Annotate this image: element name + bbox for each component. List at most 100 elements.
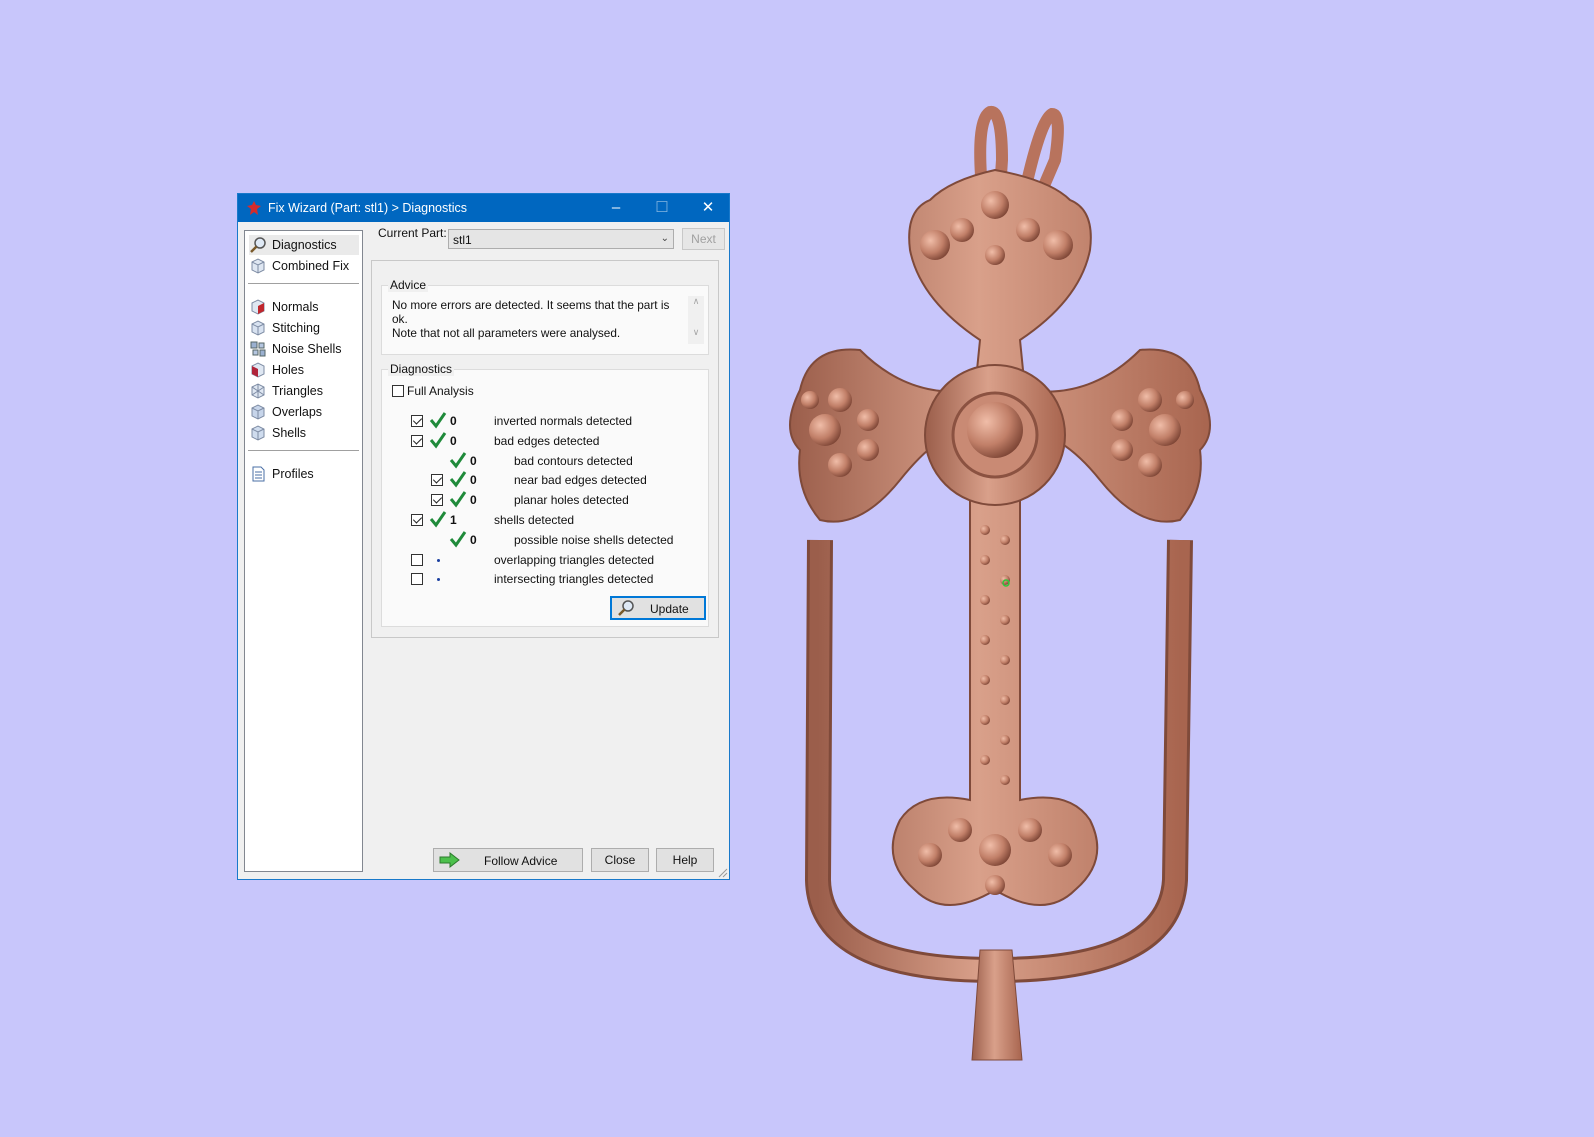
nav-label: Diagnostics xyxy=(272,238,337,252)
maximize-button[interactable]: ☐ xyxy=(639,194,685,222)
nav-label: Triangles xyxy=(272,384,323,398)
cross-body xyxy=(789,168,1211,906)
nav-label: Normals xyxy=(272,300,319,314)
help-button[interactable]: Help xyxy=(656,848,714,872)
noise-shells-icon xyxy=(250,341,266,357)
app-icon xyxy=(247,201,261,215)
advice-title: Advice xyxy=(388,278,429,292)
diagnostic-checkbox[interactable] xyxy=(411,415,423,427)
pending-dot-icon xyxy=(437,558,440,562)
overlaps-cube-icon xyxy=(251,404,265,420)
check-icon xyxy=(429,431,447,449)
nav-label: Noise Shells xyxy=(272,342,342,356)
advice-text: No more errors are detected. It seems th… xyxy=(392,298,674,340)
normals-cube-icon xyxy=(251,299,265,315)
diagnostic-count: 0 xyxy=(450,433,457,448)
full-analysis-checkbox[interactable] xyxy=(392,385,404,397)
current-part-select[interactable]: stl1 ⌄ xyxy=(448,229,674,249)
nav-label: Combined Fix xyxy=(272,259,350,273)
shells-cube-icon xyxy=(251,425,265,441)
document-icon xyxy=(252,466,265,482)
resize-grip-icon[interactable] xyxy=(718,868,728,878)
diagnostic-row: 0 bad contours detected xyxy=(382,451,702,471)
check-icon xyxy=(429,412,447,429)
wizard-nav: Diagnostics Combined Fix Normals Stitchi… xyxy=(244,230,363,872)
magnifier-icon xyxy=(250,237,266,253)
minimize-button[interactable]: – xyxy=(593,194,639,222)
nav-label: Holes xyxy=(272,363,304,377)
nav-item-shells[interactable]: Shells xyxy=(249,423,359,443)
diagnostic-row: 1 shells detected xyxy=(382,511,702,530)
next-button[interactable]: Next xyxy=(682,228,725,250)
diagnostic-label: bad edges detected xyxy=(494,433,600,448)
diagnostic-count: 0 xyxy=(470,532,477,547)
diagnostic-checkbox[interactable] xyxy=(411,553,423,566)
diagnostic-label: near bad edges detected xyxy=(514,473,647,488)
check-icon xyxy=(429,511,447,528)
title-bar[interactable]: Fix Wizard (Part: stl1) > Diagnostics – … xyxy=(238,194,729,222)
nav-label: Overlaps xyxy=(272,405,323,419)
close-button[interactable]: Close xyxy=(591,848,649,872)
diagnostic-checkbox[interactable] xyxy=(411,514,423,526)
diagnostic-count: 0 xyxy=(450,414,457,428)
diagnostic-label: intersecting triangles detected xyxy=(494,572,654,587)
check-icon xyxy=(449,471,467,488)
advice-group: Advice No more errors are detected. It s… xyxy=(381,278,709,355)
diagnostic-checkbox[interactable] xyxy=(431,474,443,487)
check-icon xyxy=(449,451,467,469)
nav-item-holes[interactable]: Holes xyxy=(249,360,359,380)
stitching-cube-icon xyxy=(251,320,265,336)
magnifier-icon xyxy=(618,600,634,616)
diagnostic-label: shells detected xyxy=(494,513,575,527)
diagnostic-count: 0 xyxy=(470,493,477,508)
nav-item-combined-fix[interactable]: Combined Fix xyxy=(249,256,359,276)
diagnostic-checkbox[interactable] xyxy=(411,573,423,586)
fix-wizard-dialog: Fix Wizard (Part: stl1) > Diagnostics – … xyxy=(237,193,730,880)
nav-divider xyxy=(248,450,359,451)
diagnostic-row: 0 possible noise shells detected xyxy=(382,530,702,550)
scroll-down-icon[interactable]: ∨ xyxy=(688,327,704,338)
nav-item-triangles[interactable]: Triangles xyxy=(249,381,359,401)
holes-cube-icon xyxy=(251,362,265,378)
diagnostic-label: bad contours detected xyxy=(514,453,633,468)
diagnostic-count: 0 xyxy=(470,473,477,488)
diagnostic-count: 1 xyxy=(450,513,457,527)
diagnostic-checkbox[interactable] xyxy=(431,494,443,507)
update-label: Update xyxy=(650,602,689,616)
nav-item-noise-shells[interactable]: Noise Shells xyxy=(249,339,359,359)
nav-item-overlaps[interactable]: Overlaps xyxy=(249,402,359,422)
diagnostic-row: overlapping triangles detected xyxy=(382,552,702,570)
full-analysis-label: Full Analysis xyxy=(407,384,474,398)
triangles-cube-icon xyxy=(251,383,265,399)
window-title: Fix Wizard (Part: stl1) > Diagnostics xyxy=(268,201,468,215)
advice-scrollbar[interactable]: ∧ ∨ xyxy=(688,296,704,344)
diagnostic-count: 0 xyxy=(470,453,477,468)
diagnostic-label: possible noise shells detected xyxy=(514,532,674,547)
scroll-up-icon[interactable]: ∧ xyxy=(688,296,704,307)
diagnostic-row: intersecting triangles detected xyxy=(382,571,702,589)
model-viewport[interactable] xyxy=(740,100,1310,1090)
diagnostics-panel: Advice No more errors are detected. It s… xyxy=(371,260,719,638)
nav-label: Stitching xyxy=(272,321,320,335)
nav-item-stitching[interactable]: Stitching xyxy=(249,318,359,338)
diagnostic-label: inverted normals detected xyxy=(494,414,633,428)
nav-label: Profiles xyxy=(272,467,314,481)
follow-advice-button[interactable]: Follow Advice xyxy=(433,848,583,872)
pending-dot-icon xyxy=(437,578,440,582)
diagnostic-row: 0 planar holes detected xyxy=(382,491,702,510)
update-button[interactable]: Update xyxy=(610,596,706,620)
follow-advice-label: Follow Advice xyxy=(484,854,558,868)
diagnostic-row: 0 near bad edges detected xyxy=(382,471,702,490)
diagnostic-label: planar holes detected xyxy=(514,493,629,508)
nav-label: Shells xyxy=(272,426,307,440)
nav-item-normals[interactable]: Normals xyxy=(249,297,359,317)
nav-item-diagnostics[interactable]: Diagnostics xyxy=(249,235,359,255)
check-icon xyxy=(449,530,467,548)
diagnostic-row: 0 inverted normals detected xyxy=(382,412,702,431)
nav-item-profiles[interactable]: Profiles xyxy=(249,464,359,484)
cube-icon xyxy=(251,258,265,274)
diagnostic-checkbox[interactable] xyxy=(411,434,423,447)
nav-divider xyxy=(248,283,359,284)
close-window-button[interactable]: ✕ xyxy=(685,194,731,222)
diagnostics-title: Diagnostics xyxy=(388,362,455,376)
